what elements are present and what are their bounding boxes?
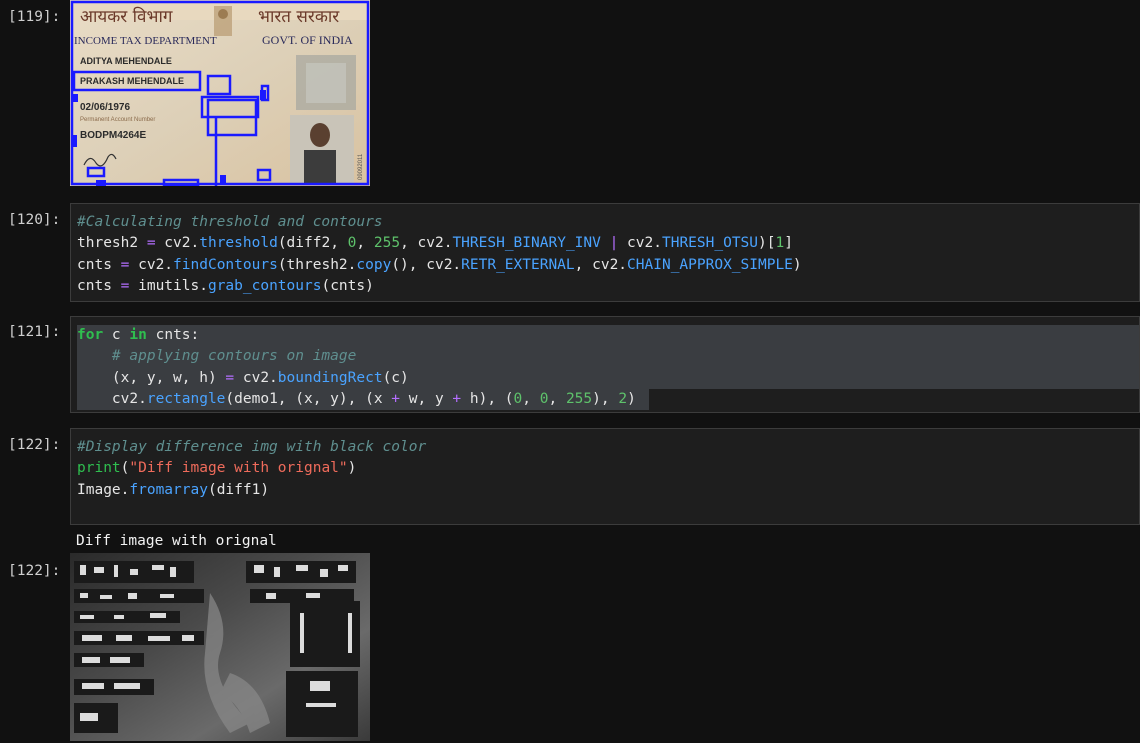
emblem-icon [214,6,232,36]
code-line-highlighted: cv2.rectangle(demo1, (x, y), (x + w, y +… [77,388,649,411]
code-line: #Calculating threshold and contours [77,214,383,230]
card-dept: INCOME TAX DEPARTMENT [74,35,217,47]
code-editor[interactable]: #Calculating threshold and contours thres… [71,204,1139,297]
code-line-highlighted: # applying contours on image [77,346,1139,368]
cell-119-prompt: [119]: [8,9,61,25]
code-line: #Display difference img with black color [77,439,427,455]
cell-121-prompt: [121]: [8,324,61,340]
code-line-highlighted: print("Diff image with orignal") [77,460,357,477]
pan-card-contour-image: आयकर विभाग भारत सरकार INCOME TAX DEPARTM… [70,0,370,186]
card-side-code: 09092011 [358,153,364,180]
card-name: ADITYA MEHENDALE [80,56,172,66]
portrait-photo [290,115,354,183]
card-pan: BODPM4264E [80,130,146,141]
cell-122-output-prompt: [122]: [8,563,61,579]
card-father: PRAKASH MEHENDALE [80,76,184,86]
code-line-highlighted: cnts = cv2.findContours(thresh2.copy(), … [77,256,802,273]
card-hindi-right: भारत सरकार [258,7,340,27]
cell-120-prompt: [120]: [8,212,61,228]
cell-122-prompt: [122]: [8,437,61,453]
code-cell-120[interactable]: #Calculating threshold and contours thres… [70,203,1140,302]
code-editor[interactable]: #Display difference img with black color… [71,429,1139,501]
code-line-highlighted: cnts = imutils.grab_contours(cnts) [77,277,374,294]
hologram-icon [296,55,356,110]
code-line-highlighted: for c in cnts: [77,325,1139,347]
card-hindi-left: आयकर विभाग [80,6,173,27]
card-pan-label: Permanent Account Number [80,117,155,123]
code-cell-121[interactable]: for c in cnts: # applying contours on im… [70,316,1140,413]
code-line-highlighted: (x, y, w, h) = cv2.boundingRect(c) [77,367,1139,389]
card-govt: GOVT. OF INDIA [262,33,353,47]
code-line-highlighted: thresh2 = cv2.threshold(diff2, 0, 255, c… [77,235,793,252]
diff-image [70,553,370,741]
code-cell-122[interactable]: #Display difference img with black color… [70,428,1140,525]
stdout-text: Diff image with orignal [76,533,277,549]
code-editor[interactable]: for c in cnts: # applying contours on im… [71,317,1139,411]
card-dob: 02/06/1976 [80,102,130,113]
code-line-highlighted: Image.fromarray(diff1) [77,481,270,498]
